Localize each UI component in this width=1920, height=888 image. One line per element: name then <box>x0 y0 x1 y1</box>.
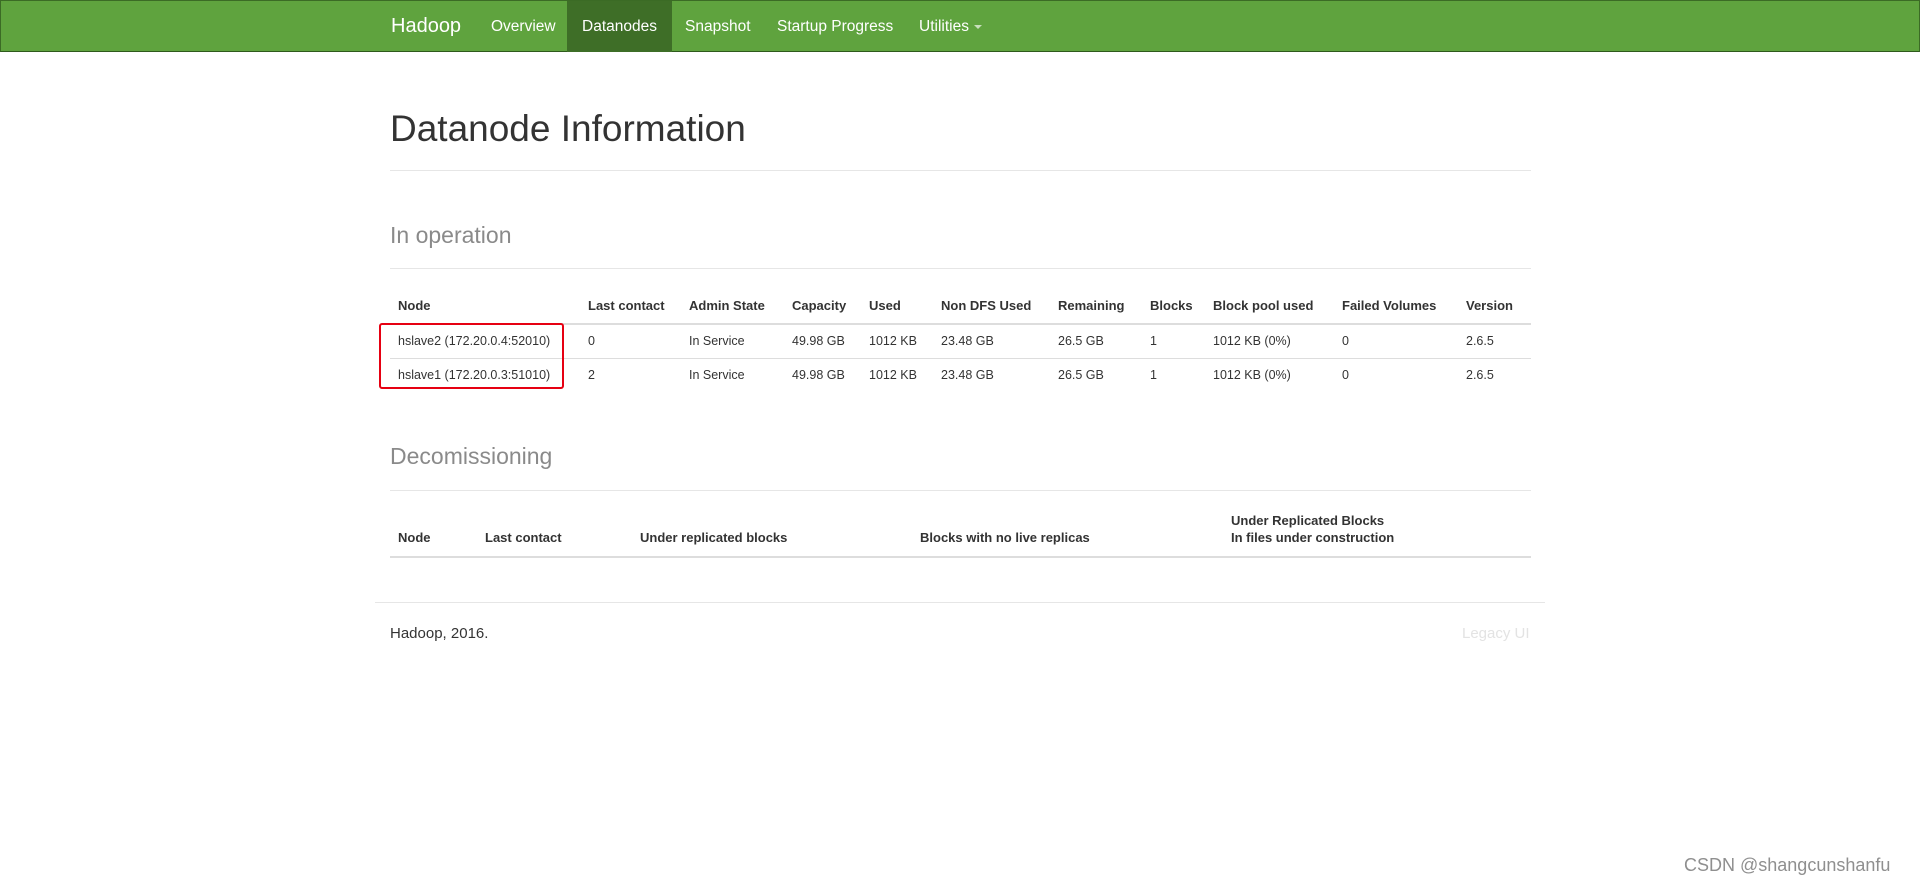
cell-admin-state: In Service <box>689 334 745 349</box>
column-header-under-replicated-blocks[interactable]: Under replicated blocks <box>632 512 912 558</box>
cell-last-contact: 2 <box>580 357 681 392</box>
in-operation-table: Node Last contact Admin State Capacity U… <box>390 290 1531 392</box>
column-header-blocks[interactable]: Blocks <box>1142 290 1205 325</box>
brand-link[interactable]: Hadoop <box>391 1 461 52</box>
nav-utilities-label: Utilities <box>919 18 969 35</box>
nav-datanodes[interactable]: Datanodes <box>567 1 672 52</box>
cell-last-contact: 0 <box>588 334 595 349</box>
column-header-last-contact[interactable]: Last contact <box>477 512 632 558</box>
cell-block-pool-used: 1012 KB (0%) <box>1205 357 1334 392</box>
cell-remaining: 26.5 GB <box>1058 334 1104 349</box>
cell-blocks: 1 <box>1150 334 1157 349</box>
page-title: Datanode Information <box>390 108 746 149</box>
cell-capacity: 49.98 GB <box>792 334 845 349</box>
navbar: Hadoop Overview Datanodes Snapshot Start… <box>0 0 1920 52</box>
nav-startup-progress[interactable]: Startup Progress <box>762 1 908 52</box>
column-header-admin-state[interactable]: Admin State <box>681 290 784 325</box>
column-header-line-1: Under Replicated Blocks <box>1231 513 1385 528</box>
column-header-capacity[interactable]: Capacity <box>784 290 861 325</box>
cell-version: 2.6.5 <box>1458 357 1531 392</box>
decommissioning-title: Decomissioning <box>390 443 553 469</box>
cell-version: 2.6.5 <box>1466 334 1494 349</box>
footer-text: Hadoop, 2016. <box>390 625 489 642</box>
column-header-remaining[interactable]: Remaining <box>1050 290 1142 325</box>
decommissioning-table: Node Last contact Under replicated block… <box>390 512 1531 558</box>
column-header-under-replicated-in-construction[interactable]: Under Replicated Blocks In files under c… <box>1223 512 1531 558</box>
cell-capacity: 49.98 GB <box>784 357 861 392</box>
nav-snapshot[interactable]: Snapshot <box>670 1 766 52</box>
column-header-version[interactable]: Version <box>1458 290 1531 325</box>
in-operation-title: In operation <box>390 222 512 248</box>
legacy-ui-link[interactable]: Legacy UI <box>1462 625 1530 642</box>
cell-blocks: 1 <box>1142 357 1205 392</box>
cell-used: 1012 KB <box>861 357 933 392</box>
cell-failed-volumes: 0 <box>1342 334 1349 349</box>
nav-utilities[interactable]: Utilities <box>904 1 997 52</box>
column-header-block-pool-used[interactable]: Block pool used <box>1205 290 1334 325</box>
column-header-no-live-replicas[interactable]: Blocks with no live replicas <box>912 512 1223 558</box>
column-header-last-contact[interactable]: Last contact <box>580 290 681 325</box>
column-header-line-2: In files under construction <box>1231 530 1395 545</box>
column-header-node[interactable]: Node <box>390 512 477 558</box>
cell-non-dfs-used: 23.48 GB <box>941 334 994 349</box>
divider <box>390 170 1531 171</box>
cell-non-dfs-used: 23.48 GB <box>933 357 1050 392</box>
column-header-used[interactable]: Used <box>861 290 933 325</box>
table-header-row: Node Last contact Under replicated block… <box>390 512 1531 558</box>
caret-down-icon <box>973 24 982 29</box>
cell-failed-volumes: 0 <box>1334 357 1458 392</box>
table-row: hslave1 (172.20.0.3:51010) 2 In Service … <box>390 357 1531 392</box>
cell-block-pool-used: 1012 KB (0%) <box>1213 334 1291 349</box>
column-header-node[interactable]: Node <box>390 290 580 325</box>
cell-admin-state: In Service <box>681 357 784 392</box>
table-header-row: Node Last contact Admin State Capacity U… <box>390 290 1531 325</box>
watermark: CSDN @shangcunshanfu <box>1684 855 1891 875</box>
cell-used: 1012 KB <box>869 334 917 349</box>
cell-node: hslave1 (172.20.0.3:51010) <box>390 357 580 392</box>
divider <box>390 490 1531 491</box>
cell-node: hslave2 (172.20.0.4:52010) <box>398 334 551 349</box>
footer-divider <box>375 602 1545 603</box>
cell-remaining: 26.5 GB <box>1050 357 1142 392</box>
nav-overview[interactable]: Overview <box>476 1 571 52</box>
divider <box>390 268 1531 269</box>
column-header-failed-volumes[interactable]: Failed Volumes <box>1334 290 1458 325</box>
table-row: hslave2 (172.20.0.4:52010) 0 In Service … <box>390 324 1531 358</box>
column-header-non-dfs-used[interactable]: Non DFS Used <box>933 290 1050 325</box>
